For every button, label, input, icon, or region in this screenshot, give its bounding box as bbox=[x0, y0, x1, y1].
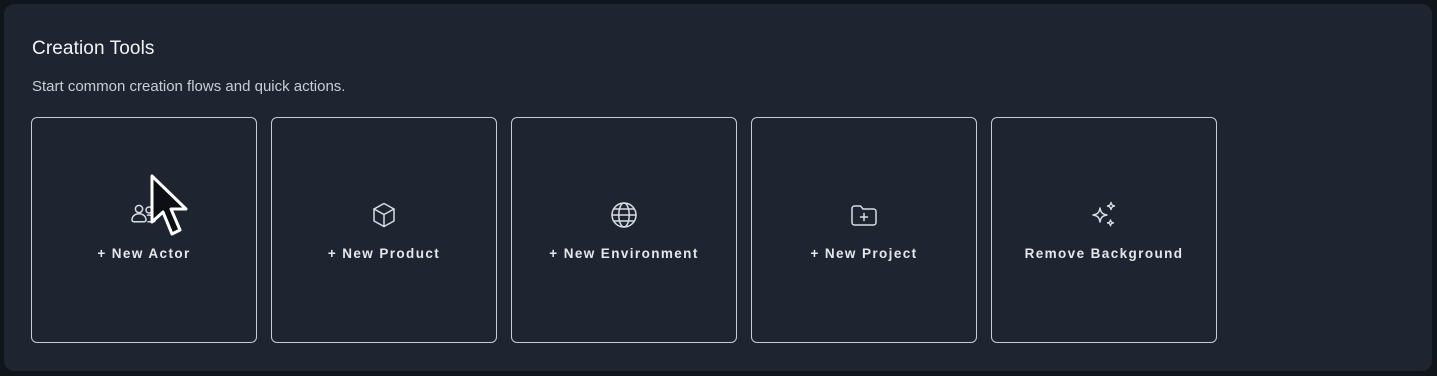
new-environment-label: + New Environment bbox=[549, 245, 699, 261]
new-actor-card[interactable]: + New Actor bbox=[31, 117, 257, 343]
new-actor-label: + New Actor bbox=[97, 245, 191, 261]
globe-icon bbox=[607, 198, 641, 232]
new-product-card[interactable]: + New Product bbox=[271, 117, 497, 343]
section-title: Creation Tools bbox=[32, 38, 155, 59]
users-icon bbox=[127, 198, 161, 232]
new-product-label: + New Product bbox=[327, 245, 441, 261]
sparkles-icon bbox=[1087, 198, 1121, 232]
folder-plus-icon bbox=[847, 198, 881, 232]
new-environment-card[interactable]: + New Environment bbox=[511, 117, 737, 343]
new-project-label: + New Project bbox=[810, 245, 918, 261]
cube-icon bbox=[367, 198, 401, 232]
creation-tools-panel: Creation Tools Start common creation flo… bbox=[4, 4, 1432, 371]
section-subtitle: Start common creation flows and quick ac… bbox=[32, 78, 346, 95]
remove-background-label: Remove Background bbox=[1024, 245, 1184, 261]
creation-cards: + New Actor + New Product + New Environm… bbox=[31, 117, 1217, 343]
new-project-card[interactable]: + New Project bbox=[751, 117, 977, 343]
remove-background-card[interactable]: Remove Background bbox=[991, 117, 1217, 343]
